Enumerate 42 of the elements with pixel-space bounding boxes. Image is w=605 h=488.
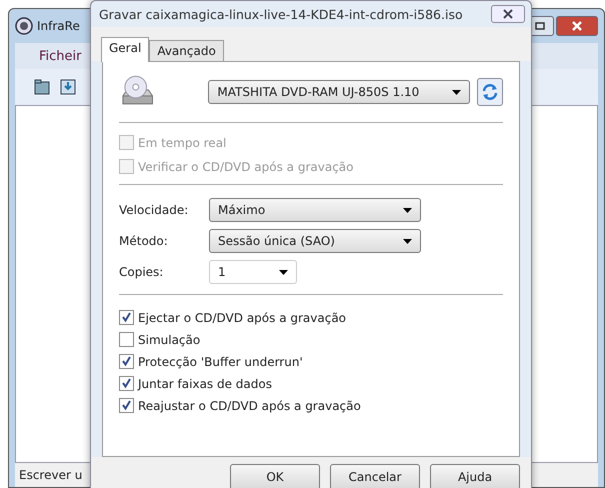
checkbox[interactable] [119, 398, 134, 413]
app-logo-icon [15, 17, 33, 35]
caret-icon [452, 90, 462, 94]
checkbox-label: Reajustar o CD/DVD após a gravação [138, 398, 361, 412]
checkbox-label: Simulação [138, 332, 200, 346]
checkbox[interactable] [119, 354, 134, 369]
maximize-icon [535, 22, 545, 30]
checkbox-label: Protecção 'Buffer underrun' [138, 354, 303, 368]
caret-icon [403, 208, 412, 212]
dropdown[interactable]: 1 [209, 260, 297, 284]
checkbox[interactable] [119, 332, 134, 347]
status-text: Escrever u [19, 468, 82, 482]
tab[interactable]: Avançado [149, 40, 224, 61]
dropdown[interactable]: Máximo [209, 198, 421, 222]
close-icon [571, 21, 583, 31]
menu-item[interactable]: Ficheir [39, 48, 82, 64]
checkbox-label: Juntar faixas de dados [138, 376, 272, 390]
window-title: InfraRe [37, 19, 80, 33]
field-label: Copies: [119, 265, 164, 279]
caret-icon [403, 238, 412, 244]
checkbox[interactable] [119, 376, 134, 391]
dialog-button[interactable]: OK [230, 464, 320, 488]
save-icon[interactable] [59, 78, 77, 96]
dialog-button[interactable]: Ajuda [430, 464, 520, 488]
field-label: Velocidade: [119, 203, 190, 217]
close-button[interactable] [491, 5, 525, 23]
drive-dropdown[interactable]: MATSHITA DVD-RAM UJ-850S 1.10 [208, 80, 470, 104]
checkbox[interactable] [119, 310, 134, 325]
field-label: Método: [119, 234, 169, 248]
refresh-button[interactable] [477, 78, 503, 106]
refresh-icon [481, 83, 500, 101]
dialog-button[interactable]: Cancelar [330, 464, 420, 488]
dialog-title: Gravar caixamagica-linux-live-14-KDE4-int-cdrom-i586.iso [99, 6, 463, 22]
checkbox-label: Em tempo real [138, 136, 226, 150]
dropdown[interactable]: Sessão única (SAO) [209, 229, 421, 253]
close-button[interactable] [556, 16, 598, 36]
open-folder-icon[interactable] [33, 78, 51, 96]
caret-icon [279, 270, 288, 274]
tab[interactable]: Geral [101, 37, 150, 62]
checkbox-label: Verificar o CD/DVD após a gravação [138, 160, 354, 174]
checkbox-label: Ejectar o CD/DVD após a gravação [138, 310, 346, 324]
close-icon [502, 9, 514, 19]
